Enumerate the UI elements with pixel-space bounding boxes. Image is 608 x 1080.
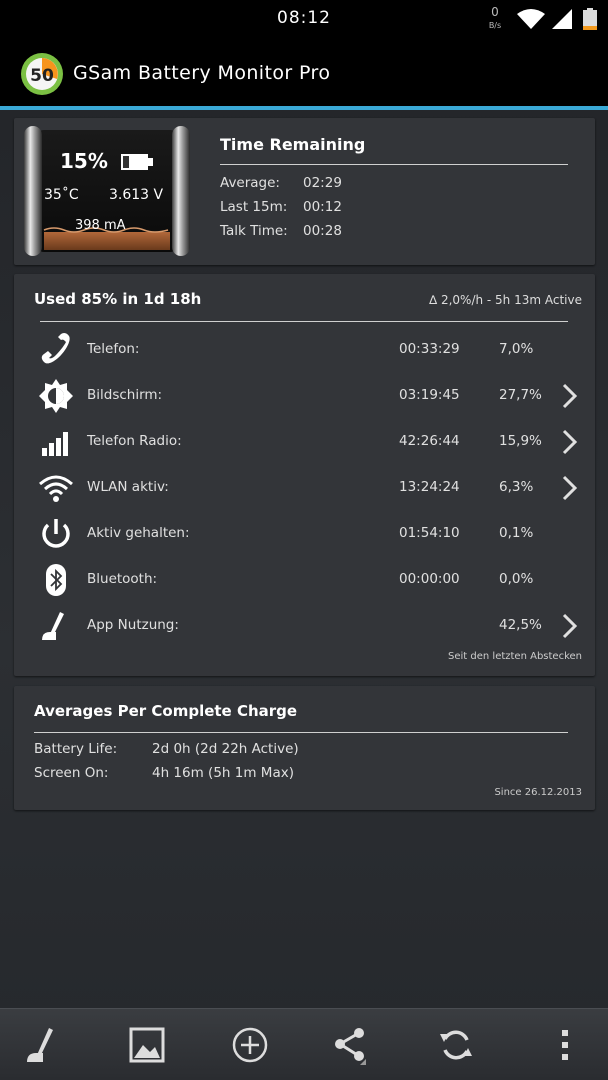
usage-label: Aktiv gehalten: — [87, 525, 190, 541]
network-speed-unit: B/s — [488, 21, 502, 30]
phone-icon — [41, 332, 70, 364]
time-remaining-label: Talk Time: — [220, 223, 288, 239]
battery-voltage: 3.613 V — [109, 187, 164, 203]
usage-percent: 0,0% — [499, 571, 534, 587]
usage-duration: 03:19:45 — [399, 387, 460, 403]
usage-label: App Nutzung: — [87, 617, 179, 633]
wifi-icon — [39, 475, 73, 502]
usage-label: Telefon Radio: — [87, 433, 182, 449]
averages-battery-life: Battery Life: 2d 0h (2d 22h Active) — [34, 741, 299, 757]
power-icon — [42, 519, 70, 548]
app-title: GSam Battery Monitor Pro — [73, 62, 331, 84]
time-remaining-title: Time Remaining — [220, 135, 366, 154]
battery-status-icon — [583, 8, 597, 30]
usage-footer: Seit den letzten Abstecken — [448, 651, 582, 662]
add-icon[interactable] — [230, 1025, 270, 1065]
usage-percent: 7,0% — [499, 341, 534, 357]
averages-label: Battery Life: — [34, 741, 118, 757]
battery-summary-card[interactable]: 15% 35˚C 3.613 V 398 mA Time Remaining A… — [14, 118, 595, 265]
chevron-right-icon[interactable] — [561, 474, 579, 502]
usage-duration: 01:54:10 — [399, 525, 460, 541]
battery-small-icon — [121, 154, 153, 170]
usage-label: WLAN aktiv: — [87, 479, 169, 495]
averages-screen-on: Screen On: 4h 16m (5h 1m Max) — [34, 765, 294, 781]
battery-current: 398 mA — [75, 218, 126, 233]
signal-bars-icon — [42, 432, 68, 456]
share-icon[interactable] — [330, 1025, 370, 1065]
battery-level-fill — [44, 232, 170, 250]
usage-percent: 42,5% — [499, 617, 542, 633]
time-remaining-value: 00:28 — [303, 223, 342, 239]
usage-label: Bildschirm: — [87, 387, 163, 403]
usage-card: Used 85% in 1d 18h ∆ 2,0%/h - 5h 13m Act… — [14, 274, 595, 676]
usage-row-bluetooth: Bluetooth: 00:00:00 0,0% — [14, 556, 595, 602]
usage-percent: 27,7% — [499, 387, 542, 403]
accent-divider — [0, 106, 608, 110]
status-bar: 08:12 0 B/s — [0, 0, 608, 38]
app-usage-icon[interactable] — [22, 1025, 62, 1065]
battery-percent: 15% — [60, 149, 108, 173]
overflow-menu-icon[interactable] — [545, 1025, 585, 1065]
usage-rate: ∆ 2,0%/h - 5h 13m Active — [429, 293, 582, 307]
time-remaining-value: 02:29 — [303, 175, 342, 191]
app-bar: 50 GSam Battery Monitor Pro — [0, 38, 608, 106]
chevron-right-icon[interactable] — [561, 428, 579, 456]
app-usage-icon — [42, 612, 64, 640]
averages-value: 2d 0h (2d 22h Active) — [152, 741, 299, 757]
network-speed-value: 0 — [491, 5, 499, 19]
usage-row-app-nutzung[interactable]: App Nutzung: 42,5% — [14, 602, 595, 648]
app-logo-text: 50 — [30, 66, 54, 86]
time-remaining-last15m: Last 15m: 00:12 — [220, 199, 342, 215]
refresh-icon[interactable] — [436, 1025, 476, 1065]
usage-percent: 0,1% — [499, 525, 534, 541]
time-remaining-talk-time: Talk Time: 00:28 — [220, 223, 342, 239]
cell-signal-icon — [552, 9, 572, 29]
usage-row-telefon-radio[interactable]: Telefon Radio: 42:26:44 15,9% — [14, 418, 595, 464]
bluetooth-icon — [46, 564, 66, 596]
usage-duration: 00:00:00 — [399, 571, 460, 587]
time-remaining-label: Average: — [220, 175, 280, 191]
averages-footer: Since 26.12.2013 — [494, 787, 582, 798]
divider — [34, 732, 568, 733]
chevron-right-icon[interactable] — [561, 382, 579, 410]
usage-row-telefon: Telefon: 00:33:29 7,0% — [14, 326, 595, 372]
brightness-icon — [39, 379, 73, 413]
bottom-action-bar — [0, 1008, 608, 1080]
usage-label: Telefon: — [87, 341, 140, 357]
usage-duration: 13:24:24 — [399, 479, 460, 495]
app-logo-icon[interactable]: 50 — [20, 52, 64, 96]
image-icon[interactable] — [127, 1025, 167, 1065]
wifi-status-icon — [517, 9, 545, 29]
divider — [40, 321, 568, 322]
usage-row-aktiv-gehalten: Aktiv gehalten: 01:54:10 0,1% — [14, 510, 595, 556]
usage-percent: 6,3% — [499, 479, 534, 495]
usage-row-wlan[interactable]: WLAN aktiv: 13:24:24 6,3% — [14, 464, 595, 510]
usage-row-bildschirm[interactable]: Bildschirm: 03:19:45 27,7% — [14, 372, 595, 418]
usage-duration: 42:26:44 — [399, 433, 460, 449]
chevron-right-icon[interactable] — [561, 612, 579, 640]
divider — [220, 164, 568, 165]
time-remaining-label: Last 15m: — [220, 199, 288, 215]
usage-label: Bluetooth: — [87, 571, 158, 587]
averages-title: Averages Per Complete Charge — [34, 702, 298, 720]
network-speed: 0 B/s — [481, 5, 509, 33]
usage-duration: 00:33:29 — [399, 341, 460, 357]
battery-temperature: 35˚C — [44, 187, 79, 203]
averages-card: Averages Per Complete Charge Battery Lif… — [14, 686, 595, 810]
averages-value: 4h 16m (5h 1m Max) — [152, 765, 294, 781]
usage-percent: 15,9% — [499, 433, 542, 449]
averages-label: Screen On: — [34, 765, 109, 781]
usage-title: Used 85% in 1d 18h — [34, 290, 202, 308]
time-remaining-average: Average: 02:29 — [220, 175, 342, 191]
time-remaining-value: 00:12 — [303, 199, 342, 215]
